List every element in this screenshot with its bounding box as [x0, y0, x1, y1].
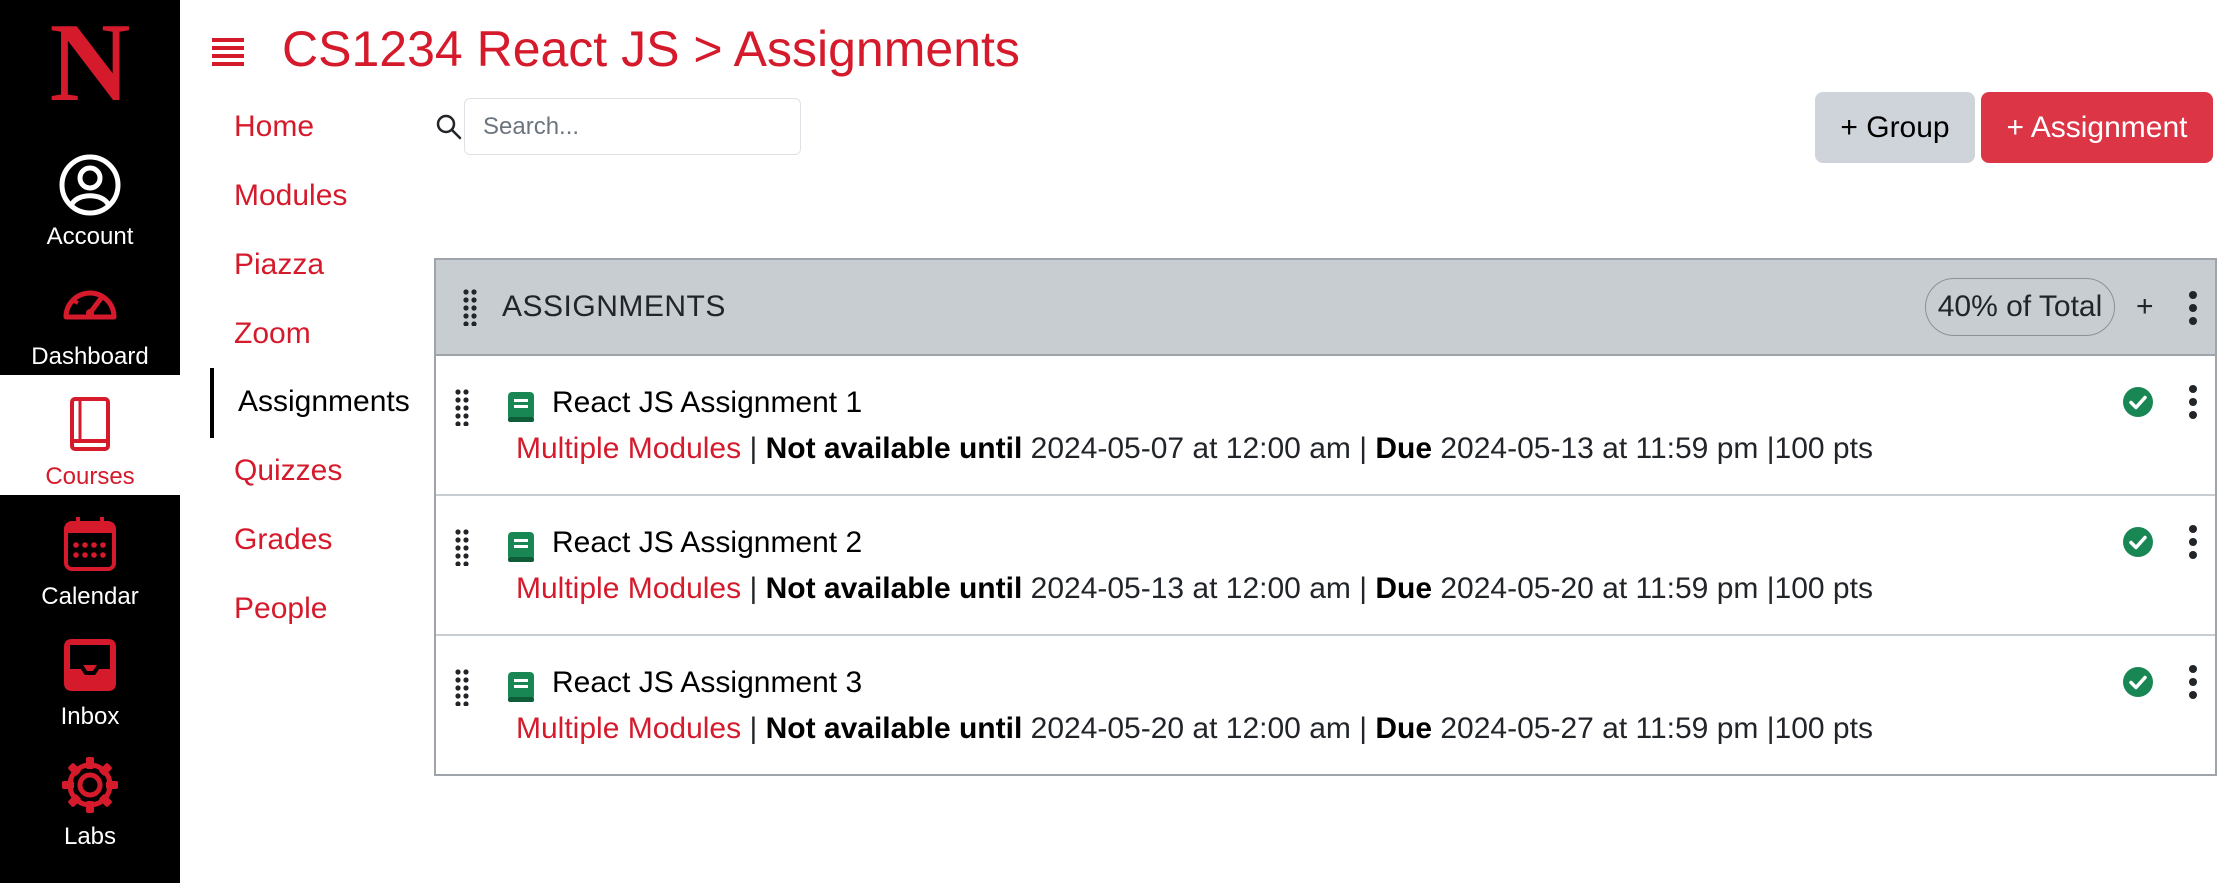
- assignment-icon: [508, 392, 534, 422]
- university-logo[interactable]: N: [0, 0, 180, 135]
- breadcrumb: CS1234 React JS > Assignments: [282, 21, 1020, 77]
- due-date: 2024-05-13 at 11:59 pm: [1440, 432, 1759, 465]
- calendar-icon: [58, 513, 122, 577]
- availability-label: Not available until: [765, 572, 1023, 605]
- separator: |: [1350, 712, 1376, 745]
- global-nav-item-courses[interactable]: Courses: [0, 375, 180, 495]
- global-nav-label: Account: [46, 223, 134, 250]
- drag-handle-icon[interactable]: [452, 528, 472, 566]
- assignment-options-icon[interactable]: [2187, 384, 2199, 420]
- global-nav-label: Dashboard: [31, 343, 149, 370]
- published-check-icon[interactable]: [2122, 386, 2154, 418]
- modules-link[interactable]: Multiple Modules: [516, 432, 741, 465]
- assignment-details: Multiple Modules | Not available until 2…: [516, 432, 1873, 466]
- search-input[interactable]: [464, 98, 801, 155]
- availability-label: Not available until: [765, 712, 1023, 745]
- assignment-row: React JS Assignment 1 Multiple Modules | …: [436, 356, 2215, 496]
- availability-date: 2024-05-07 at 12:00 am: [1030, 432, 1351, 465]
- separator: |: [741, 572, 766, 605]
- global-nav: N Account Dashboard Courses Calendar Inbox La…: [0, 0, 180, 883]
- availability-date: 2024-05-20 at 12:00 am: [1030, 712, 1351, 745]
- global-nav-label: Courses: [45, 463, 135, 490]
- svg-text:N: N: [50, 1, 131, 125]
- points: 100 pts: [1774, 712, 1873, 745]
- points: 100 pts: [1774, 432, 1873, 465]
- published-check-icon[interactable]: [2122, 526, 2154, 558]
- separator: |: [1758, 712, 1775, 745]
- due-label: Due: [1375, 712, 1433, 745]
- assignment-details: Multiple Modules | Not available until 2…: [516, 712, 1873, 746]
- dashboard-icon: [58, 273, 122, 337]
- drag-handle-icon[interactable]: [460, 288, 480, 326]
- inbox-icon: [58, 633, 122, 697]
- separator: |: [1350, 432, 1376, 465]
- add-to-group-button[interactable]: +: [2136, 290, 2154, 324]
- book-icon: [58, 393, 122, 457]
- due-date: 2024-05-20 at 11:59 pm: [1440, 572, 1759, 605]
- drag-handle-icon[interactable]: [452, 668, 472, 706]
- search-icon: [434, 112, 464, 142]
- course-nav-piazza[interactable]: Piazza: [234, 248, 324, 282]
- add-assignment-button[interactable]: + Assignment: [1981, 92, 2213, 163]
- due-date: 2024-05-27 at 11:59 pm: [1440, 712, 1759, 745]
- availability-date: 2024-05-13 at 12:00 am: [1030, 572, 1351, 605]
- points: 100 pts: [1774, 572, 1873, 605]
- assignments-list: ASSIGNMENTS 40% of Total + React JS Assi…: [434, 258, 2217, 776]
- global-nav-label: Labs: [63, 823, 117, 850]
- group-weight-badge: 40% of Total: [1925, 278, 2115, 336]
- course-nav-quizzes[interactable]: Quizzes: [234, 454, 342, 488]
- assignment-icon: [508, 672, 534, 702]
- course-nav-home[interactable]: Home: [234, 110, 314, 144]
- assignment-title[interactable]: React JS Assignment 2: [552, 526, 862, 560]
- global-nav-item-inbox[interactable]: Inbox: [0, 615, 180, 735]
- course-nav-modules[interactable]: Modules: [234, 179, 347, 213]
- separator: |: [1350, 572, 1376, 605]
- global-nav-item-calendar[interactable]: Calendar: [0, 495, 180, 615]
- assignment-details: Multiple Modules | Not available until 2…: [516, 572, 1873, 606]
- group-options-icon[interactable]: [2187, 290, 2199, 326]
- course-nav-assignments[interactable]: Assignments: [238, 385, 410, 419]
- drag-handle-icon[interactable]: [452, 388, 472, 426]
- course-nav-zoom[interactable]: Zoom: [234, 317, 311, 351]
- modules-link[interactable]: Multiple Modules: [516, 712, 741, 745]
- due-label: Due: [1375, 432, 1433, 465]
- course-nav-grades[interactable]: Grades: [234, 523, 332, 557]
- global-nav-item-labs[interactable]: Labs: [0, 735, 180, 855]
- due-label: Due: [1375, 572, 1433, 605]
- assignment-row: React JS Assignment 2 Multiple Modules | …: [436, 496, 2215, 636]
- gear-icon: [58, 753, 122, 817]
- global-nav-label: Calendar: [41, 583, 139, 610]
- separator: |: [741, 432, 766, 465]
- account-icon: [58, 153, 122, 217]
- global-nav-item-account[interactable]: Account: [0, 135, 180, 255]
- assignment-group-header: ASSIGNMENTS 40% of Total +: [436, 260, 2215, 356]
- hamburger-menu-icon[interactable]: [210, 34, 246, 70]
- global-nav-label: Inbox: [60, 703, 120, 730]
- assignment-title[interactable]: React JS Assignment 1: [552, 386, 862, 420]
- separator: |: [1758, 572, 1775, 605]
- global-nav-item-dashboard[interactable]: Dashboard: [0, 255, 180, 375]
- separator: |: [1758, 432, 1775, 465]
- published-check-icon[interactable]: [2122, 666, 2154, 698]
- assignment-row: React JS Assignment 3 Multiple Modules | …: [436, 636, 2215, 776]
- modules-link[interactable]: Multiple Modules: [516, 572, 741, 605]
- active-indicator: [210, 368, 214, 438]
- assignment-options-icon[interactable]: [2187, 664, 2199, 700]
- course-nav-people[interactable]: People: [234, 592, 327, 626]
- assignment-title[interactable]: React JS Assignment 3: [552, 666, 862, 700]
- availability-label: Not available until: [765, 432, 1023, 465]
- assignment-icon: [508, 532, 534, 562]
- assignment-group-title: ASSIGNMENTS: [502, 290, 726, 323]
- separator: |: [741, 712, 766, 745]
- add-group-button[interactable]: + Group: [1815, 92, 1975, 163]
- assignment-options-icon[interactable]: [2187, 524, 2199, 560]
